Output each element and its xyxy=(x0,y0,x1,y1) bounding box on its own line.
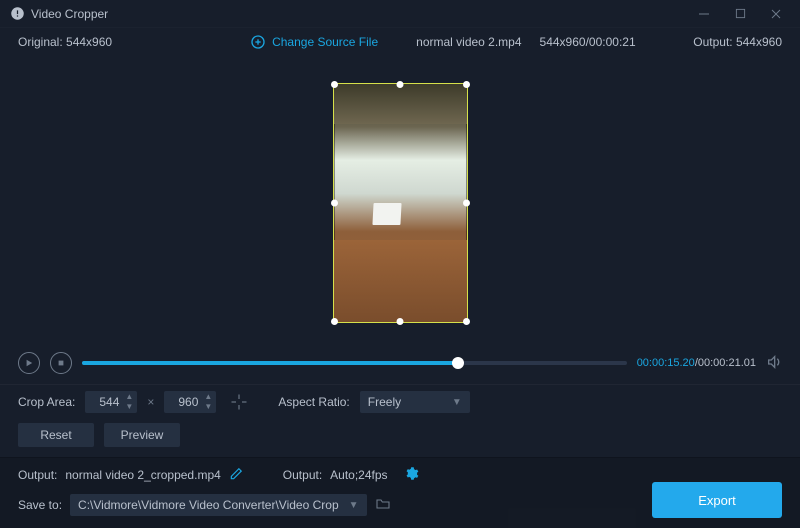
crop-height-value: 960 xyxy=(172,395,198,409)
preview-button[interactable]: Preview xyxy=(104,423,180,447)
crop-width-stepper[interactable]: ▲▼ xyxy=(123,392,135,412)
save-row: Save to: C:\Vidmore\Vidmore Video Conver… xyxy=(0,490,800,528)
chevron-down-icon: ▼ xyxy=(349,500,359,511)
plus-circle-icon xyxy=(250,34,266,50)
crop-settings: Crop Area: 544 ▲▼ × 960 ▲▼ Aspect Ratio:… xyxy=(0,384,800,423)
volume-button[interactable] xyxy=(766,354,782,373)
action-buttons: Reset Preview xyxy=(0,423,800,457)
close-button[interactable] xyxy=(758,4,794,24)
original-value: 544x960 xyxy=(66,35,112,49)
crop-width-field[interactable]: 544 ▲▼ xyxy=(85,391,137,413)
crop-handle-s[interactable] xyxy=(397,318,404,325)
crop-handle-se[interactable] xyxy=(463,318,470,325)
chevron-up-icon[interactable]: ▲ xyxy=(123,392,135,402)
preview-image-region xyxy=(334,240,467,322)
preview-image-region xyxy=(373,203,402,225)
folder-icon xyxy=(375,496,391,512)
crop-handle-n[interactable] xyxy=(397,81,404,88)
output-filename: normal video 2_cropped.mp4 xyxy=(65,468,220,482)
source-resolution-time: 544x960/00:00:21 xyxy=(540,35,636,49)
save-to-label: Save to: xyxy=(18,498,62,512)
crop-width-value: 544 xyxy=(93,395,119,409)
rename-output-button[interactable] xyxy=(229,467,243,484)
crop-handle-ne[interactable] xyxy=(463,81,470,88)
original-label: Original: 544x960 xyxy=(18,35,112,49)
chevron-up-icon[interactable]: ▲ xyxy=(202,392,214,402)
open-folder-button[interactable] xyxy=(375,496,391,515)
play-button[interactable] xyxy=(18,352,40,374)
aspect-ratio-value: Freely xyxy=(368,395,401,409)
chevron-down-icon[interactable]: ▼ xyxy=(123,402,135,412)
crop-handle-w[interactable] xyxy=(331,200,338,207)
seek-slider[interactable] xyxy=(82,361,627,365)
crop-height-stepper[interactable]: ▲▼ xyxy=(202,392,214,412)
stop-icon xyxy=(57,359,65,367)
window-title: Video Cropper xyxy=(31,7,686,21)
seek-knob[interactable] xyxy=(452,357,464,369)
center-icon xyxy=(230,393,248,411)
aspect-ratio-select[interactable]: Freely ▼ xyxy=(360,391,470,413)
crop-area-label: Crop Area: xyxy=(18,395,75,409)
output-format-value: Auto;24fps xyxy=(330,468,387,482)
output-format-label: Output: xyxy=(283,468,322,482)
output-file-label: Output: xyxy=(18,468,57,482)
save-path-select[interactable]: C:\Vidmore\Vidmore Video Converter\Video… xyxy=(70,494,367,516)
output-settings-button[interactable] xyxy=(404,466,419,484)
change-source-button[interactable]: Change Source File xyxy=(250,34,378,50)
maximize-button[interactable] xyxy=(722,4,758,24)
center-crop-button[interactable] xyxy=(226,391,252,413)
chevron-down-icon: ▼ xyxy=(452,397,462,408)
titlebar: Video Cropper xyxy=(0,0,800,28)
gear-icon xyxy=(404,466,419,481)
aspect-ratio-label: Aspect Ratio: xyxy=(278,395,349,409)
output-resolution: Output: 544x960 xyxy=(693,35,782,49)
current-time: 00:00:15.20 xyxy=(637,357,695,369)
play-icon xyxy=(25,359,33,367)
video-preview-area[interactable] xyxy=(0,58,800,348)
playback-controls: 00:00:15.20/00:00:21.01 xyxy=(0,348,800,384)
dimensions-separator: × xyxy=(147,395,154,409)
minimize-button[interactable] xyxy=(686,4,722,24)
total-time: 00:00:21.01 xyxy=(698,357,756,369)
source-filename: normal video 2.mp4 xyxy=(416,35,521,49)
crop-handle-sw[interactable] xyxy=(331,318,338,325)
chevron-down-icon[interactable]: ▼ xyxy=(202,402,214,412)
save-path-value: C:\Vidmore\Vidmore Video Converter\Video… xyxy=(78,498,339,512)
preview-image-region xyxy=(334,84,467,124)
app-logo-icon xyxy=(10,6,25,21)
crop-height-field[interactable]: 960 ▲▼ xyxy=(164,391,216,413)
stop-button[interactable] xyxy=(50,352,72,374)
export-button[interactable]: Export xyxy=(652,482,782,518)
reset-button[interactable]: Reset xyxy=(18,423,94,447)
timecode: 00:00:15.20/00:00:21.01 xyxy=(637,357,756,369)
crop-frame[interactable] xyxy=(333,83,468,323)
info-bar: Original: 544x960 Change Source File nor… xyxy=(0,28,800,58)
crop-handle-nw[interactable] xyxy=(331,81,338,88)
pencil-icon xyxy=(229,467,243,481)
crop-handle-e[interactable] xyxy=(463,200,470,207)
volume-icon xyxy=(766,354,782,370)
